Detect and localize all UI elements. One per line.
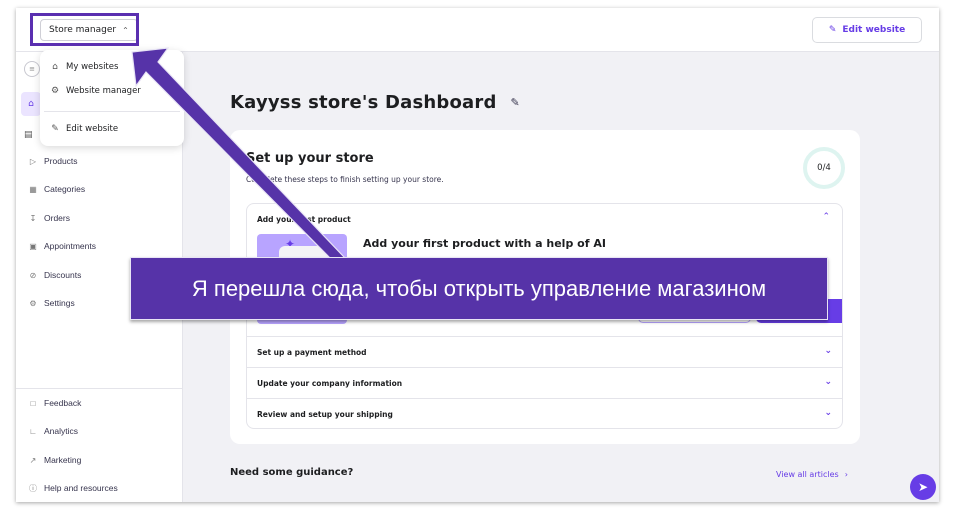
step-label: Review and setup your shipping (257, 409, 393, 419)
chevron-down-icon: ⌄ (824, 408, 832, 418)
sidebar-item-label: Marketing (44, 455, 82, 465)
edit-website-label: Edit website (842, 25, 906, 35)
dropdown-item-my-websites[interactable]: ⌂ My websites (50, 62, 118, 72)
menu-toggle-icon[interactable]: ≡ (24, 61, 40, 77)
edit-website-button[interactable]: ✎ Edit website (812, 17, 922, 43)
sidebar-item-label: Products (44, 156, 78, 166)
sidebar-item-label: Categories (44, 184, 86, 194)
page-title: Kayyss store's Dashboard ✎ (230, 92, 520, 113)
store-manager-dropdown: ⌂ My websites ⚙ Website manager ✎ Edit w… (40, 50, 184, 146)
chat-assistant-button[interactable]: ➤ (910, 474, 936, 500)
sidebar-item-marketing[interactable]: ↗ Marketing (28, 452, 82, 468)
step-shipping[interactable]: Review and setup your shipping ⌄ (247, 398, 842, 428)
step-label: Update your company information (257, 378, 403, 388)
page-title-text: Kayyss store's Dashboard (230, 92, 497, 113)
sidebar-divider (16, 388, 183, 389)
sidebar-item-label: Feedback (44, 398, 82, 408)
home-icon: ⌂ (52, 62, 58, 72)
sidebar-item-categories[interactable]: ▦ Categories (28, 181, 85, 197)
dropdown-item-label: My websites (66, 62, 119, 72)
discount-icon: ⊘ (29, 270, 37, 280)
trend-icon: ↗ (29, 455, 37, 465)
guidance-title: Need some guidance? (230, 467, 354, 478)
step-title: Add your first product (257, 215, 351, 224)
step-company-info[interactable]: Update your company information ⌄ (247, 367, 842, 398)
setup-subtitle: Complete these steps to finish setting u… (246, 175, 444, 184)
chevron-down-icon: ⌄ (824, 346, 832, 356)
annotation-callout: Я перешла сюда, чтобы открыть управление… (130, 257, 828, 320)
sidebar-item-label: Discounts (44, 270, 82, 280)
gear-icon: ⚙ (29, 298, 37, 308)
calendar-icon: ▣ (29, 241, 37, 251)
setup-progress-text: 0/4 (817, 163, 831, 173)
sidebar-item-discounts[interactable]: ⊘ Discounts (28, 267, 82, 283)
sidebar-item-label: Settings (44, 298, 75, 308)
edit-title-pencil-icon[interactable]: ✎ (511, 96, 520, 109)
tag-icon: ▷ (29, 156, 37, 166)
setup-progress-ring: 0/4 (803, 147, 845, 189)
help-icon: ⓘ (29, 483, 37, 493)
assistant-icon: ➤ (917, 480, 929, 494)
sidebar-item-help[interactable]: ⓘ Help and resources (28, 480, 118, 496)
chevron-right-icon: › (844, 470, 848, 479)
pencil-icon: ✎ (51, 124, 59, 134)
setup-title: Set up your store (246, 151, 374, 166)
view-all-label: View all articles (776, 470, 839, 479)
sidebar-item-label: Appointments (44, 241, 96, 251)
chevron-up-icon[interactable]: ⌃ (822, 212, 830, 222)
dropdown-item-label: Edit website (66, 124, 119, 134)
grid-icon: ▦ (29, 184, 37, 194)
dropdown-divider (44, 111, 180, 112)
dropdown-item-edit-website[interactable]: ✎ Edit website (50, 124, 118, 134)
highlight-box (30, 13, 139, 46)
view-all-articles-link[interactable]: View all articles › (776, 470, 848, 479)
sidebar-item-label: Analytics (44, 426, 79, 436)
sidebar-item-products[interactable]: ▷ Products (28, 153, 78, 169)
annotation-text: Я перешла сюда, чтобы открыть управление… (191, 275, 767, 301)
sidebar-item-analytics[interactable]: ∟ Analytics (28, 423, 78, 439)
sidebar-item-label: Orders (44, 213, 70, 223)
ai-product-headline: Add your first product with a help of AI (363, 237, 606, 250)
sidebar-item-home[interactable]: ⌂ (21, 92, 41, 116)
app-window: Store manager ⌃ ✎ Edit website ≡ ⌂ ▤ ▷ P… (16, 8, 939, 502)
home-icon: ⌂ (28, 99, 34, 109)
step-label: Set up a payment method (257, 347, 367, 357)
sidebar-item-feedback[interactable]: □ Feedback (28, 395, 82, 411)
dropdown-item-website-manager[interactable]: ⚙ Website manager (50, 86, 141, 96)
chevron-down-icon: ⌄ (824, 377, 832, 387)
sidebar-item-appointments[interactable]: ▣ Appointments (28, 238, 96, 254)
download-icon: ↧ (29, 213, 37, 223)
chat-icon: □ (30, 398, 36, 408)
step-payment[interactable]: Set up a payment method ⌄ (247, 336, 842, 367)
sidebar-item-settings[interactable]: ⚙ Settings (28, 295, 75, 311)
credit-card-icon[interactable]: ▤ (24, 130, 33, 140)
top-bar: Store manager ⌃ ✎ Edit website (16, 8, 939, 52)
dropdown-item-label: Website manager (66, 86, 141, 96)
sidebar-item-orders[interactable]: ↧ Orders (28, 210, 70, 226)
chart-icon: ∟ (29, 426, 37, 436)
sidebar-item-label: Help and resources (44, 483, 118, 493)
pencil-icon: ✎ (828, 25, 837, 35)
gear-icon: ⚙ (50, 86, 60, 96)
